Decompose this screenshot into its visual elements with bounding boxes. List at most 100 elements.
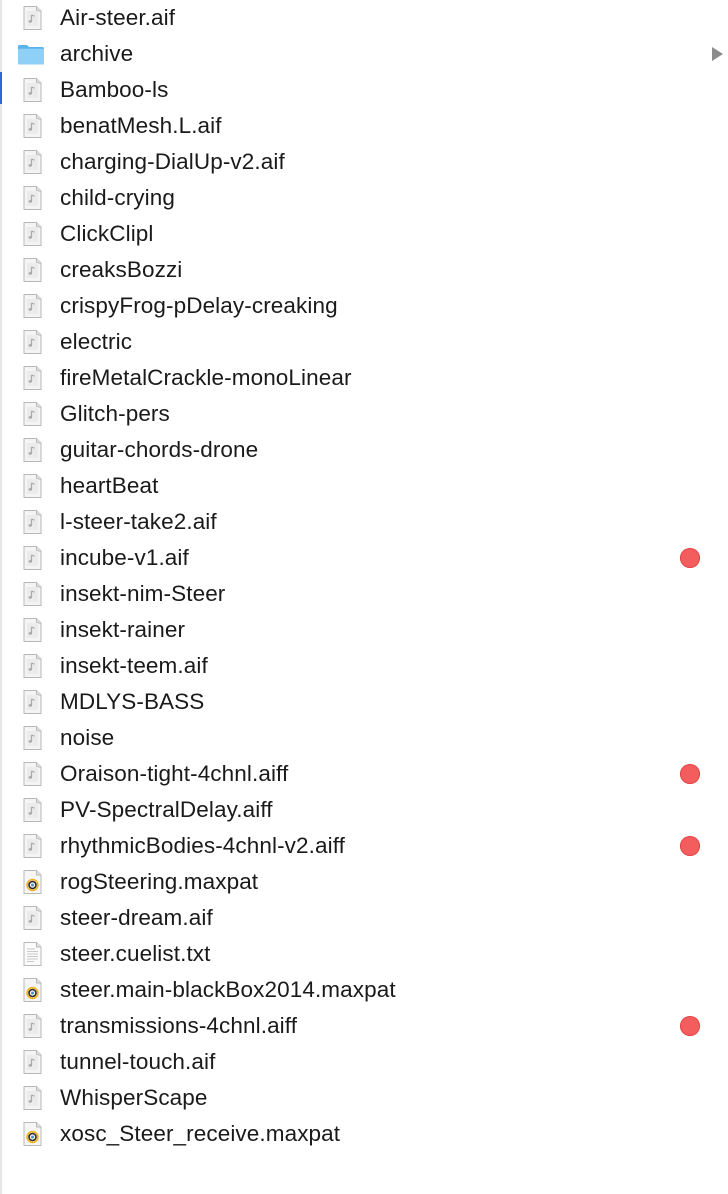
file-name: incube-v1.aif [60,545,189,570]
file-row[interactable]: crispyFrog-pDelay-creaking [0,288,728,324]
audio-file-icon [18,1084,46,1112]
maxpat-file-icon [18,976,46,1004]
file-name: steer.main-blackBox2014.maxpat [60,977,396,1002]
audio-file-icon [18,328,46,356]
file-row[interactable]: MDLYS-BASS [0,684,728,720]
file-row[interactable]: xosc_Steer_receive.maxpat [0,1116,728,1152]
file-name: guitar-chords-drone [60,437,259,462]
file-list: Air-steer.aif archive Bamboo-ls benatMesh.L… [0,0,728,1152]
file-row[interactable]: Oraison-tight-4chnl.aiff [0,756,728,792]
file-row[interactable]: heartBeat [0,468,728,504]
text-file-icon [18,940,46,968]
file-row[interactable]: fireMetalCrackle-monoLinear [0,360,728,396]
red-tag-icon [680,1016,700,1036]
file-name: noise [60,725,115,750]
file-row[interactable]: Air-steer.aif [0,0,728,36]
finder-column-view: Air-steer.aif archive Bamboo-ls benatMesh.L… [0,0,728,1194]
maxpat-file-icon [18,868,46,896]
audio-file-icon [18,724,46,752]
audio-file-icon [18,508,46,536]
audio-file-icon [18,400,46,428]
audio-file-icon [18,472,46,500]
file-name: steer-dream.aif [60,905,213,930]
audio-file-icon [18,652,46,680]
file-row[interactable]: guitar-chords-drone [0,432,728,468]
file-row[interactable]: l-steer-take2.aif [0,504,728,540]
file-name: steer.cuelist.txt [60,941,211,966]
file-row[interactable]: insekt-nim-Steer [0,576,728,612]
disclosure-arrow-icon[interactable] [712,47,723,61]
maxpat-file-icon [18,1120,46,1148]
file-row[interactable]: child-crying [0,180,728,216]
file-row[interactable]: creaksBozzi [0,252,728,288]
file-row[interactable]: charging-DialUp-v2.aif [0,144,728,180]
red-tag-icon [680,548,700,568]
audio-file-icon [18,256,46,284]
file-name: Oraison-tight-4chnl.aiff [60,761,289,786]
file-row[interactable]: WhisperScape [0,1080,728,1116]
file-row[interactable]: PV-SpectralDelay.aiff [0,792,728,828]
audio-file-icon [18,616,46,644]
file-name: MDLYS-BASS [60,689,205,714]
file-name: fireMetalCrackle-monoLinear [60,365,352,390]
file-row[interactable]: ClickClipl [0,216,728,252]
file-name: ClickClipl [60,221,154,246]
file-name: crispyFrog-pDelay-creaking [60,293,338,318]
file-name: archive [60,41,134,66]
file-row[interactable]: transmissions-4chnl.aiff [0,1008,728,1044]
file-name: Glitch-pers [60,401,170,426]
file-row[interactable]: incube-v1.aif [0,540,728,576]
audio-file-icon [18,688,46,716]
file-name: l-steer-take2.aif [60,509,217,534]
file-name: Air-steer.aif [60,5,176,30]
file-row[interactable]: tunnel-touch.aif [0,1044,728,1080]
audio-file-icon [18,148,46,176]
audio-file-icon [18,544,46,572]
audio-file-icon [18,220,46,248]
file-name: Bamboo-ls [60,77,169,102]
red-tag-icon [680,836,700,856]
file-name: rhythmicBodies-4chnl-v2.aiff [60,833,346,858]
file-row[interactable]: insekt-teem.aif [0,648,728,684]
audio-file-icon [18,904,46,932]
file-name: tunnel-touch.aif [60,1049,216,1074]
audio-file-icon [18,4,46,32]
file-row[interactable]: Glitch-pers [0,396,728,432]
audio-file-icon [18,292,46,320]
file-row[interactable]: rogSteering.maxpat [0,864,728,900]
file-name: electric [60,329,133,354]
audio-file-icon [18,1048,46,1076]
file-row[interactable]: electric [0,324,728,360]
audio-file-icon [18,796,46,824]
file-name: WhisperScape [60,1085,208,1110]
file-name: insekt-teem.aif [60,653,208,678]
file-row[interactable]: steer.cuelist.txt [0,936,728,972]
file-name: creaksBozzi [60,257,183,282]
file-name: transmissions-4chnl.aiff [60,1013,298,1038]
file-name: child-crying [60,185,175,210]
folder-row[interactable]: archive [0,36,728,72]
audio-file-icon [18,364,46,392]
file-row[interactable]: insekt-rainer [0,612,728,648]
file-row[interactable]: Bamboo-ls [0,72,728,108]
audio-file-icon [18,760,46,788]
file-name: insekt-rainer [60,617,186,642]
file-name: rogSteering.maxpat [60,869,259,894]
file-row[interactable]: benatMesh.L.aif [0,108,728,144]
audio-file-icon [18,184,46,212]
file-name: insekt-nim-Steer [60,581,226,606]
red-tag-icon [680,764,700,784]
file-row[interactable]: steer-dream.aif [0,900,728,936]
audio-file-icon [18,1012,46,1040]
file-name: heartBeat [60,473,159,498]
file-name: benatMesh.L.aif [60,113,222,138]
file-name: charging-DialUp-v2.aif [60,149,285,174]
file-row[interactable]: rhythmicBodies-4chnl-v2.aiff [0,828,728,864]
audio-file-icon [18,832,46,860]
audio-file-icon [18,112,46,140]
file-row[interactable]: steer.main-blackBox2014.maxpat [0,972,728,1008]
audio-file-icon [18,76,46,104]
audio-file-icon [18,436,46,464]
folder-icon [15,40,44,68]
file-row[interactable]: noise [0,720,728,756]
